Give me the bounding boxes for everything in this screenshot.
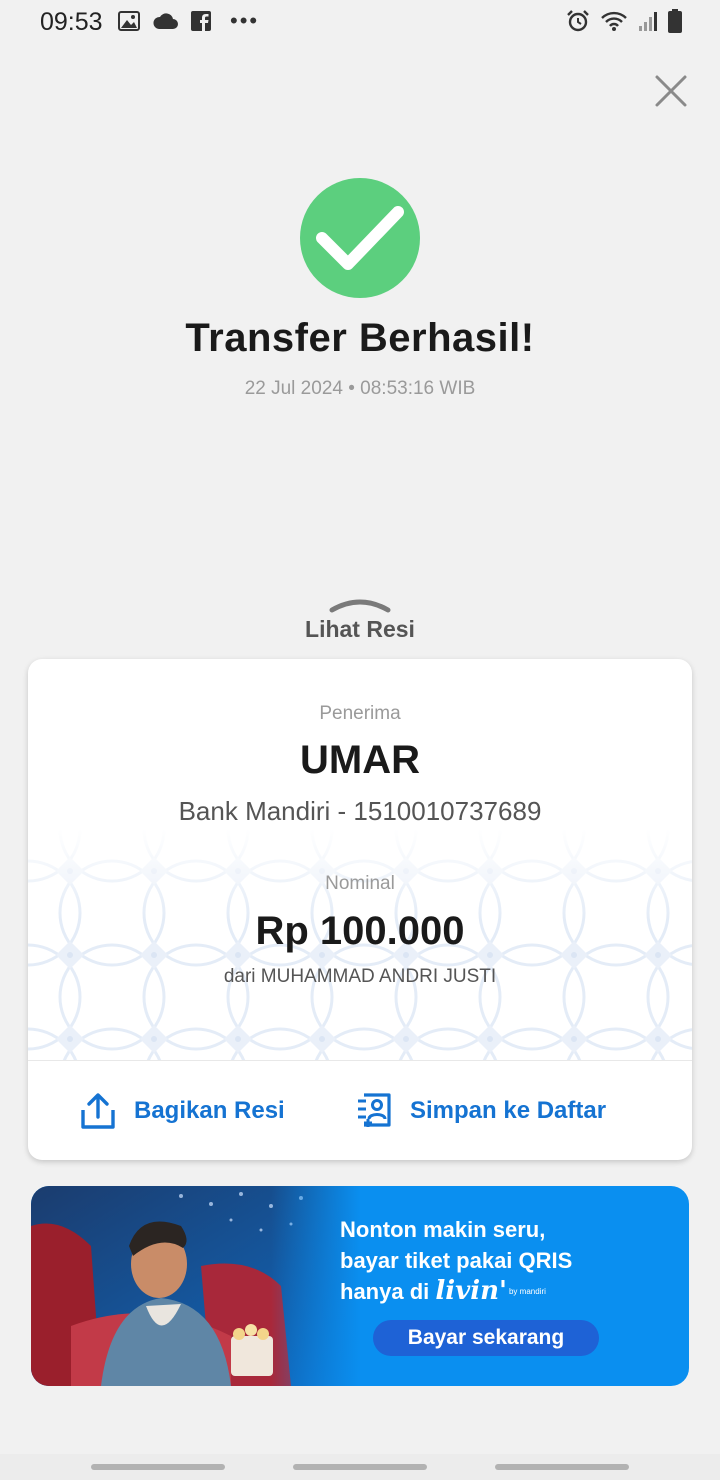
success-check-icon	[300, 178, 420, 298]
nav-back-button[interactable]	[495, 1464, 629, 1470]
cloud-icon	[153, 13, 178, 29]
status-bar: 09:53 •••	[0, 0, 720, 46]
pay-now-button[interactable]: Bayar sekarang	[373, 1320, 599, 1356]
transfer-amount: Rp 100.000	[255, 909, 465, 953]
nav-recent-button[interactable]	[91, 1464, 225, 1470]
alarm-icon	[567, 10, 589, 32]
promo-banner[interactable]: Nonton makin seru, bayar tiket pakai QRI…	[31, 1186, 689, 1386]
battery-icon	[668, 9, 682, 33]
status-left-icons: •••	[118, 10, 259, 32]
share-receipt-label: Bagikan Resi	[134, 1096, 285, 1124]
receipt-actions: Bagikan Resi Simpan ke Daftar	[28, 1061, 692, 1160]
more-dots-icon: •••	[230, 8, 260, 33]
livin-logo-sub: by mandiri	[508, 1287, 546, 1296]
status-right-icons	[566, 9, 682, 33]
signal-icon	[639, 12, 657, 31]
wifi-icon	[601, 11, 627, 31]
transaction-datetime: 22 Jul 2024 • 08:53:16 WIB	[244, 378, 476, 399]
promo-line-1: Nonton makin seru,	[340, 1217, 546, 1242]
share-icon	[81, 1092, 115, 1129]
recipient-name: UMAR	[300, 738, 420, 782]
sender-name: dari MUHAMMAD ANDRI JUSTI	[223, 966, 497, 987]
save-to-list-label: Simpan ke Daftar	[410, 1096, 607, 1124]
promo-text: Nonton makin seru, bayar tiket pakai QRI…	[340, 1214, 572, 1307]
gallery-icon	[118, 11, 140, 31]
facebook-icon	[191, 11, 211, 31]
cinema-photo	[31, 1186, 361, 1386]
chevron-up-icon[interactable]	[328, 596, 392, 616]
promo-line-3: hanya di livin' by mandiri	[340, 1276, 572, 1307]
receipt-card: Penerima UMAR Bank Mandiri - 15100107376…	[28, 659, 692, 1160]
livin-logo: livin'	[435, 1276, 507, 1306]
promo-line-2: bayar tiket pakai QRIS	[340, 1248, 573, 1273]
recipient-label: Penerima	[319, 703, 401, 724]
share-receipt-button[interactable]: Bagikan Resi	[80, 1061, 285, 1160]
lihat-resi-toggle[interactable]: Lihat Resi	[0, 616, 720, 643]
save-to-list-button[interactable]: Simpan ke Daftar	[356, 1061, 606, 1160]
promo-line-3-prefix: hanya di	[340, 1279, 430, 1304]
nav-home-button[interactable]	[293, 1464, 427, 1470]
amount-label: Nominal	[325, 873, 395, 894]
system-navigation-bar	[0, 1454, 720, 1480]
page-title: Transfer Berhasil!	[185, 316, 535, 360]
recipient-account: Bank Mandiri - 1510010737689	[178, 796, 542, 826]
checkmark-icon	[316, 206, 404, 270]
status-time: 09:53	[40, 8, 103, 36]
save-contact-icon	[358, 1092, 391, 1127]
close-icon[interactable]	[652, 72, 690, 110]
